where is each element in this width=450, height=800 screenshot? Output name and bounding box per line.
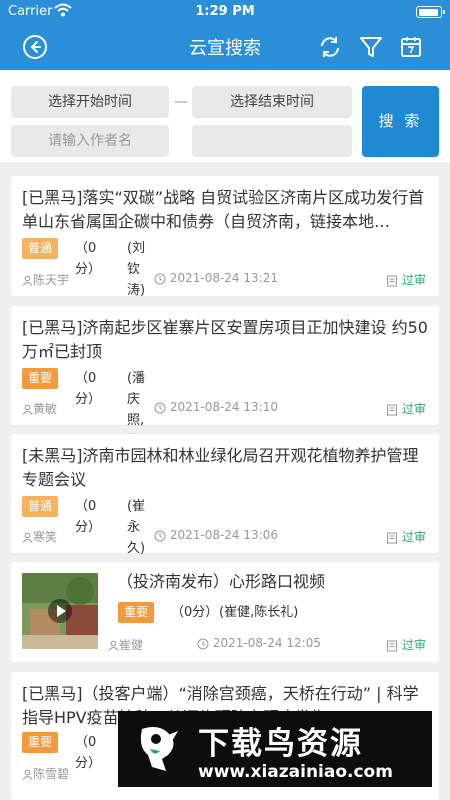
time-label: 2021-08-24 12:05 (197, 636, 321, 650)
review-status: 过审 (386, 271, 426, 288)
author-label: 黄敏 (22, 400, 57, 417)
time-label: 2021-08-24 13:10 (154, 400, 278, 414)
navbar: 云宣搜索 (0, 24, 450, 70)
review-status: 过审 (386, 528, 426, 545)
person-icon (108, 640, 119, 651)
person-icon (22, 275, 33, 286)
status-value: 过审 (401, 638, 426, 652)
priority-badge: 重要 (22, 732, 58, 753)
card-title: （投济南发布）心形路口视频 (117, 572, 326, 591)
author-label: 崔健 (108, 636, 143, 653)
status-bar: Carrier 1:29 PM (0, 0, 450, 24)
score-label: （0分） (75, 499, 102, 535)
video-thumbnail[interactable] (22, 573, 98, 649)
clock-icon (154, 402, 166, 413)
calendar-icon[interactable] (398, 34, 424, 60)
watermark-url: www.xiazainiao.com (198, 762, 393, 782)
document-icon (387, 640, 398, 651)
author-name: 陈雪碧 (33, 767, 70, 781)
editors-label: (崔永久) (127, 499, 146, 556)
person-icon (22, 769, 33, 780)
priority-badge: 普通 (22, 496, 58, 517)
filter-icon[interactable] (358, 34, 384, 60)
start-date-field[interactable]: 选择开始时间 (11, 86, 169, 118)
review-status: 过审 (386, 400, 426, 417)
document-icon (387, 404, 398, 415)
date-range-dash: — (174, 94, 188, 110)
document-icon (387, 532, 398, 543)
status-value: 过审 (401, 402, 426, 416)
priority-badge: 重要 (22, 368, 58, 389)
author-label: 陈天宇 (22, 271, 69, 288)
status-value: 过审 (401, 530, 426, 544)
author-name: 寒笑 (33, 530, 58, 544)
refresh-icon[interactable] (317, 34, 343, 60)
score-label: （0分） (75, 241, 102, 277)
document-icon (387, 275, 398, 286)
author-input[interactable]: 请输入作者名 (11, 125, 169, 157)
card-title: [已黑马]济南起步区崔寨片区安置房项目正加快建设 约50万㎡已封顶 (22, 318, 428, 361)
score-label: （0分） (171, 605, 219, 620)
news-card-video[interactable]: （投济南发布）心形路口视频 重要 （0分） (崔健,陈长礼) 崔健 2021-0… (11, 562, 439, 662)
card-meta: 重要 （0分） (崔健,陈长礼) (107, 602, 427, 624)
time-value: 2021-08-24 13:10 (169, 400, 278, 414)
time-value: 2021-08-24 13:21 (169, 271, 278, 285)
battery-fill (418, 8, 438, 16)
clock-icon (154, 273, 166, 284)
author-name: 黄敏 (33, 402, 58, 416)
author-name: 陈天宇 (33, 273, 70, 287)
score-label: （0分） (75, 371, 102, 407)
time-value: 2021-08-24 13:06 (169, 528, 278, 542)
news-card[interactable]: [未黑马]济南市园林和林业绿化局召开观花植物养护管理专题会议 普通 （0分） (… (11, 434, 439, 556)
header: Carrier 1:29 PM 云宣搜索 (0, 0, 450, 70)
clock-icon (197, 638, 209, 649)
news-card[interactable]: [已黑马]济南起步区崔寨片区安置房项目正加快建设 约50万㎡已封顶 重要 （0分… (11, 306, 439, 470)
card-title: [未黑马]济南市园林和林业绿化局召开观花植物养护管理专题会议 (22, 446, 419, 489)
extra-filter-field[interactable] (192, 125, 352, 157)
time-label: 2021-08-24 13:21 (154, 271, 278, 285)
play-icon[interactable] (48, 599, 72, 623)
person-icon (22, 404, 33, 415)
author-label: 寒笑 (22, 528, 57, 545)
battery-icon (416, 6, 445, 18)
review-status: 过审 (386, 636, 426, 653)
search-panel: 选择开始时间 — 选择结束时间 请输入作者名 搜 索 (0, 70, 450, 162)
editors-label: (崔健,陈长礼) (219, 605, 299, 620)
clock: 1:29 PM (195, 4, 255, 19)
time-value: 2021-08-24 12:05 (212, 636, 321, 650)
priority-badge: 普通 (22, 238, 58, 259)
time-label: 2021-08-24 13:06 (154, 528, 278, 542)
card-title: [已黑马]落实“双碳”战略 自贸试验区济南片区成功发行首单山东省属国企碳中和债券… (22, 188, 425, 231)
priority-badge: 重要 (118, 602, 154, 623)
clock-icon (154, 530, 166, 541)
author-label: 陈雪碧 (22, 765, 69, 782)
score-label: （0分） (75, 735, 102, 771)
watermark-banner: 下载鸟资源 www.xiazainiao.com (118, 711, 432, 787)
watermark-title: 下载鸟资源 (198, 726, 363, 762)
status-value: 过审 (401, 273, 426, 287)
search-button[interactable]: 搜 索 (362, 86, 439, 157)
news-card[interactable]: [已黑马]落实“双碳”战略 自贸试验区济南片区成功发行首单山东省属国企碳中和债券… (11, 176, 439, 298)
end-date-field[interactable]: 选择结束时间 (192, 86, 352, 118)
author-name: 崔健 (119, 638, 144, 652)
person-icon (22, 532, 33, 543)
bird-logo-icon (140, 727, 178, 771)
editors-label: (刘钦涛) (127, 241, 146, 298)
